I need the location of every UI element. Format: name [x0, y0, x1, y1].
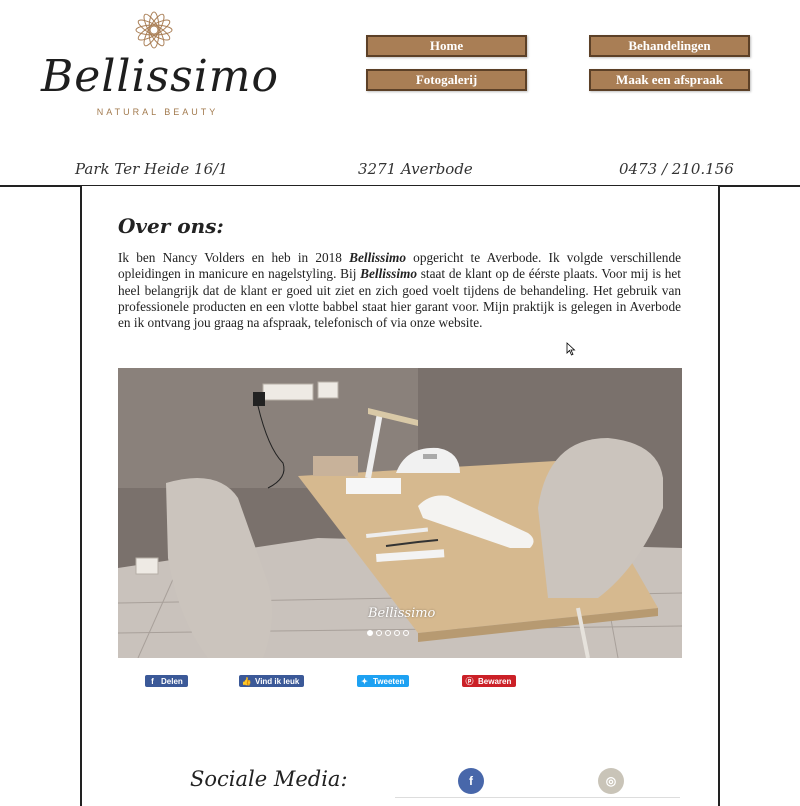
- facebook-icon[interactable]: f: [458, 768, 484, 794]
- about-brand-name: Bellissimo: [349, 250, 407, 265]
- twitter-tweet-button[interactable]: ✦ Tweeten: [357, 675, 410, 687]
- nav-appointment-button[interactable]: Maak een afspraak: [589, 69, 750, 91]
- twitter-bird-icon: ✦: [361, 676, 368, 686]
- like-label: Vind ik leuk: [255, 676, 300, 686]
- slide-dot-4[interactable]: [394, 630, 400, 636]
- facebook-share-button[interactable]: f Delen: [145, 675, 188, 687]
- lotus-logo-icon: [135, 11, 173, 49]
- nav-treatments-button[interactable]: Behandelingen: [589, 35, 750, 57]
- facebook-icon: f: [151, 676, 154, 686]
- city-text: 3271 Averbode: [358, 160, 473, 178]
- share-label: Delen: [161, 676, 183, 686]
- brand-logo-text[interactable]: Bellissimo: [30, 52, 290, 102]
- slide-dot-1[interactable]: [367, 630, 373, 636]
- slideshow-caption: Bellissimo: [368, 606, 436, 621]
- save-label: Bewaren: [478, 676, 512, 686]
- about-brand-name: Bellissimo: [360, 266, 418, 282]
- address-text: Park Ter Heide 16/1: [75, 160, 228, 178]
- tweet-label: Tweeten: [373, 676, 405, 686]
- facebook-like-button[interactable]: 👍 Vind ik leuk: [239, 675, 305, 687]
- site-header: Bellissimo NATURAL BEAUTY Home Behandeli…: [0, 0, 800, 187]
- slide-dot-2[interactable]: [376, 630, 382, 636]
- phone-text[interactable]: 0473 / 210.156: [619, 160, 734, 178]
- pinterest-icon: ⓟ: [465, 676, 474, 686]
- about-text-part: Ik ben Nancy Volders en heb in 2018: [118, 250, 350, 265]
- slideshow-pagination: [367, 630, 409, 636]
- about-paragraph: Ik ben Nancy Volders en heb in 2018 Bell…: [118, 250, 681, 331]
- nav-gallery-button[interactable]: Fotogalerij: [366, 69, 527, 91]
- slide-dot-5[interactable]: [403, 630, 409, 636]
- pinterest-save-button[interactable]: ⓟ Bewaren: [462, 675, 517, 687]
- instagram-icon[interactable]: ◎: [598, 768, 624, 794]
- about-heading: Over ons:: [118, 214, 224, 238]
- nav-home-button[interactable]: Home: [366, 35, 527, 57]
- mouse-cursor-icon: [566, 342, 576, 356]
- social-media-heading: Sociale Media:: [190, 767, 348, 791]
- thumbs-up-icon: 👍: [241, 676, 252, 686]
- brand-tagline: NATURAL BEAUTY: [96, 107, 219, 117]
- slide-dot-3[interactable]: [385, 630, 391, 636]
- social-divider: [395, 797, 680, 798]
